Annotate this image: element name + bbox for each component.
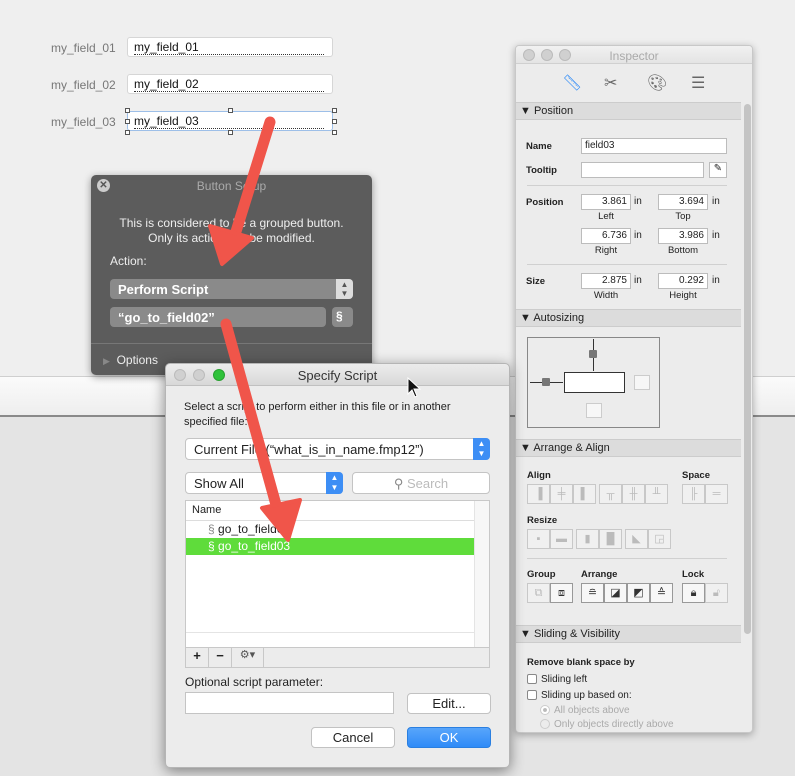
arrow-1-head	[208, 224, 254, 266]
annotation-arrows	[208, 116, 422, 542]
arrow-2-shaft	[220, 318, 284, 518]
arrow-2-head	[260, 498, 302, 542]
arrow-1-shaft	[228, 116, 276, 244]
mouse-cursor-icon	[407, 376, 422, 398]
